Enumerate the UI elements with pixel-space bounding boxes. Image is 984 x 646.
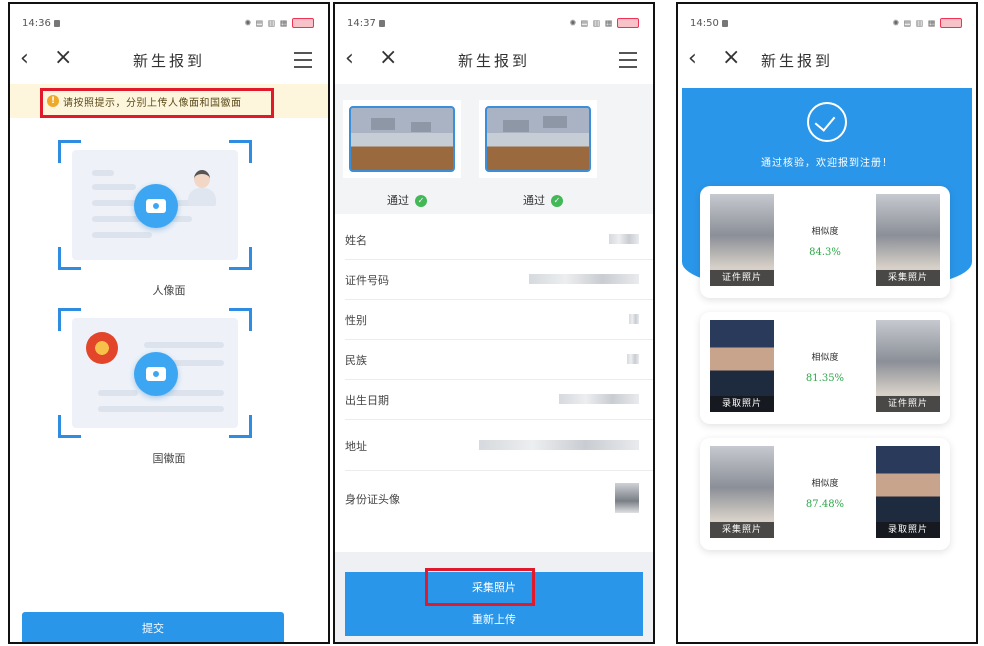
menu-icon[interactable] xyxy=(294,52,312,73)
photo-tag: 证件照片 xyxy=(710,270,774,286)
status-time: 14:37 xyxy=(347,18,385,29)
photo-thumbnail: 证件照片 xyxy=(710,194,774,286)
field-row: 性别 xyxy=(345,300,653,340)
photo-tag: 录取照片 xyxy=(710,396,774,412)
id-info-screen: 14:37 ✺ ▤ ▥ ▦ ‹ × 新生报到 通过 ✓ 通过 ✓ 姓名 证件号码 性… xyxy=(333,2,655,644)
photo-thumbnail: 证件照片 xyxy=(876,320,940,412)
battery-icon xyxy=(617,18,639,28)
blurred-value xyxy=(529,274,639,284)
portrait-side-caption: 人像面 xyxy=(152,284,186,297)
id-fields-list: 姓名 证件号码 性别 民族 出生日期 地址 身份证头像 xyxy=(335,220,653,529)
battery-icon xyxy=(292,18,314,28)
status-bar: 14:37 ✺ ▤ ▥ ▦ xyxy=(335,18,653,32)
field-label: 身份证头像 xyxy=(345,493,400,506)
field-label: 地址 xyxy=(345,440,367,453)
status-icons: ✺ ▤ ▥ ▦ xyxy=(569,18,639,28)
notice-highlight-box xyxy=(40,88,274,118)
blurred-value xyxy=(479,440,639,450)
field-row: 民族 xyxy=(345,340,653,380)
photo-tag: 采集照片 xyxy=(710,522,774,538)
photo-thumbnail: 采集照片 xyxy=(876,194,940,286)
upload-id-screen: 14:36 ✺ ▤ ▥ ▦ ‹ × 新生报到 ! 请按照提示，分别上传人像面和国… xyxy=(8,2,330,644)
comparison-card: 证件照片 相似度 84.3% 采集照片 xyxy=(700,186,950,298)
photo-tag: 采集照片 xyxy=(876,270,940,286)
page-title: 新生报到 xyxy=(457,52,530,70)
blurred-value xyxy=(559,394,639,404)
comparison-card: 采集照片 相似度 87.48% 录取照片 xyxy=(700,438,950,550)
camera-icon[interactable] xyxy=(134,184,178,228)
emblem-side-caption: 国徽面 xyxy=(152,452,186,465)
portrait-side-thumbnail[interactable] xyxy=(343,100,461,178)
field-label: 性别 xyxy=(345,314,367,327)
status-icons: ✺ ▤ ▥ ▦ xyxy=(244,18,314,28)
field-row: 姓名 xyxy=(345,220,653,260)
blurred-value xyxy=(609,234,639,244)
submit-button[interactable]: 提交 xyxy=(22,612,284,642)
menu-icon[interactable] xyxy=(619,52,637,73)
verification-result-screen: 14:50 ✺ ▤ ▥ ▦ ‹ × 新生报到 通过核验，欢迎报到注册！ 证件照片… xyxy=(676,2,978,644)
check-circle-icon xyxy=(807,102,847,142)
field-row: 身份证头像 xyxy=(345,471,653,529)
status-icons: ✺ ▤ ▥ ▦ xyxy=(892,18,962,28)
photo-tag: 录取照片 xyxy=(876,522,940,538)
field-label: 证件号码 xyxy=(345,274,389,287)
blurred-value xyxy=(629,314,639,324)
field-row: 地址 xyxy=(345,420,653,471)
check-circle-icon: ✓ xyxy=(415,195,427,207)
field-label: 民族 xyxy=(345,354,367,367)
field-row: 出生日期 xyxy=(345,380,653,420)
collect-highlight-box xyxy=(425,568,535,606)
blurred-value xyxy=(627,354,639,364)
photo-thumbnail: 录取照片 xyxy=(710,320,774,412)
emblem-side-upload[interactable] xyxy=(58,308,252,438)
status-time: 14:50 xyxy=(690,18,728,29)
portrait-pass-status: 通过 ✓ xyxy=(387,192,427,208)
photo-thumbnail: 采集照片 xyxy=(710,446,774,538)
id-portrait-image xyxy=(615,483,639,513)
check-circle-icon: ✓ xyxy=(551,195,563,207)
portrait-side-upload[interactable] xyxy=(58,140,252,270)
verified-message: 通过核验，欢迎报到注册！ xyxy=(761,158,893,169)
field-label: 出生日期 xyxy=(345,394,389,407)
photo-thumbnail: 录取照片 xyxy=(876,446,940,538)
national-emblem-icon xyxy=(86,332,118,364)
status-time: 14:36 xyxy=(22,18,60,29)
nav-bar: ‹ × 新生报到 xyxy=(335,46,653,74)
nav-bar: ‹ × 新生报到 xyxy=(678,46,976,74)
battery-icon xyxy=(940,18,962,28)
status-bar: 14:36 ✺ ▤ ▥ ▦ xyxy=(10,18,328,32)
similarity-block: 相似度 81.35% xyxy=(805,353,845,384)
nav-bar: ‹ × 新生报到 xyxy=(10,46,328,74)
status-bar: 14:50 ✺ ▤ ▥ ▦ xyxy=(678,18,976,32)
similarity-block: 相似度 87.48% xyxy=(805,479,845,510)
page-title: 新生报到 xyxy=(132,52,205,70)
comparison-card: 录取照片 相似度 81.35% 证件照片 xyxy=(700,312,950,424)
camera-icon[interactable] xyxy=(134,352,178,396)
emblem-pass-status: 通过 ✓ xyxy=(523,192,563,208)
page-title: 新生报到 xyxy=(760,52,833,70)
person-icon xyxy=(186,170,218,208)
photo-tag: 证件照片 xyxy=(876,396,940,412)
reupload-button[interactable]: 重新上传 xyxy=(345,604,643,636)
similarity-block: 相似度 84.3% xyxy=(809,227,841,258)
field-label: 姓名 xyxy=(345,234,367,247)
field-row: 证件号码 xyxy=(345,260,653,300)
emblem-side-thumbnail[interactable] xyxy=(479,100,597,178)
